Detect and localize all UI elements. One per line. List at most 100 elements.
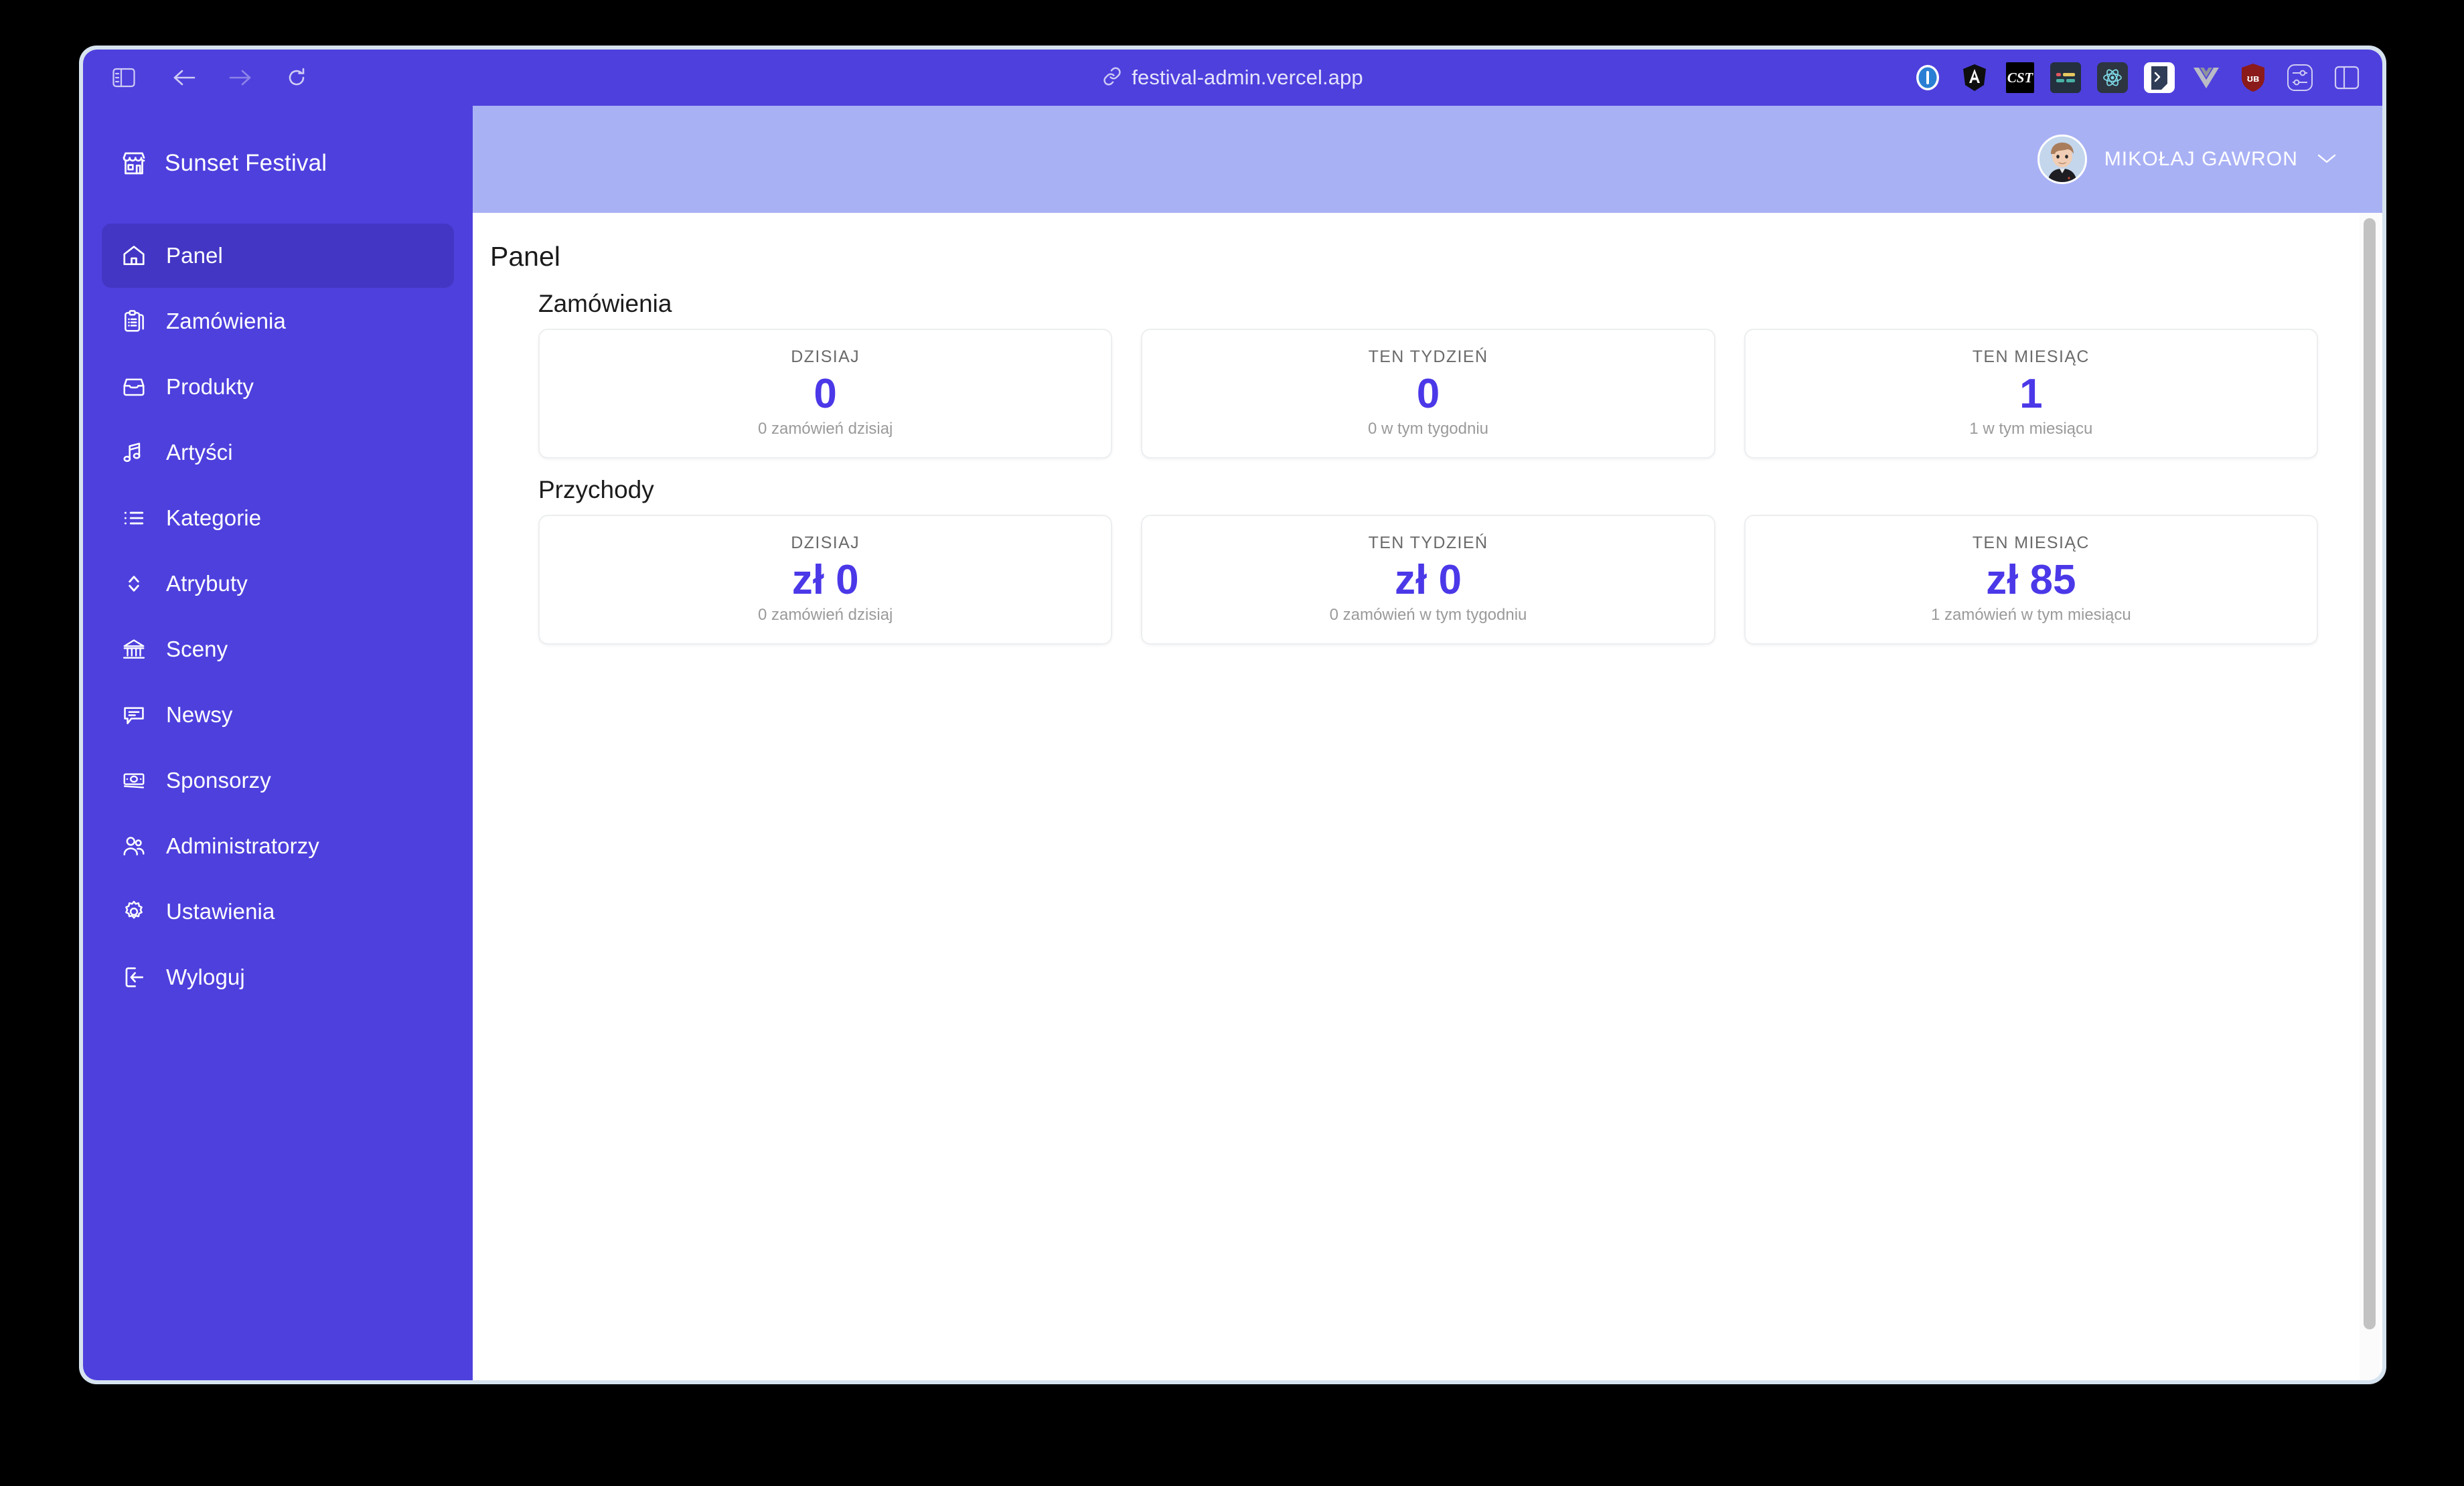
stat-card-row: DZISIAJ 0 0 zamówień dzisiaj TEN TYDZIEŃ… [538,329,2318,459]
browser-sidebar-icon[interactable] [2331,62,2362,93]
building-columns-icon [119,635,149,664]
chat-bubble-icon [119,700,149,730]
cst-extension-icon[interactable]: CST [2006,62,2034,93]
stat-sublabel: 1 zamówień w tym miesiącu [1930,606,2131,625]
section-title: Zamówienia [538,290,672,317]
app-sidebar: Sunset Festival Panel Zamówienia Produkt… [83,106,473,1380]
reload-icon[interactable] [276,57,317,98]
stat-sublabel: 0 w tym tygodniu [1367,420,1489,438]
sidebar-nav: Panel Zamówienia Produkty Artyści Katego… [83,224,473,1011]
stat-sublabel: 0 zamówień dzisiaj [757,606,893,625]
stat-card-row: DZISIAJ zł 0 0 zamówień dzisiaj TEN TYDZ… [538,515,2318,645]
angular-devtools-extension-icon[interactable] [1959,62,1990,93]
app-topbar: MIKOŁAJ GAWRON [473,106,2382,213]
sidebar-item-ustawienia[interactable]: Ustawienia [102,880,454,944]
sidebar-item-label: Artyści [166,440,233,465]
stat-label: DZISIAJ [791,347,860,366]
shell-extension-icon[interactable] [2144,62,2175,93]
sidebar-item-label: Atrybuty [166,571,248,596]
scrollbar-thumb[interactable] [2364,218,2376,1329]
stat-card-revenue-week: TEN TYDZIEŃ zł 0 0 zamówień w tym tygodn… [1141,515,1715,645]
stat-card-orders-week: TEN TYDZIEŃ 0 0 w tym tygodniu [1141,329,1715,459]
extension-settings-icon[interactable] [2285,62,2315,93]
stat-value: zł 0 [791,557,859,604]
sidebar-item-label: Newsy [166,702,233,727]
stat-sublabel: 0 zamówień w tym tygodniu [1329,606,1527,625]
chevron-up-down-icon [119,569,149,598]
stat-card-revenue-month: TEN MIESIĄC zł 85 1 zamówień w tym miesi… [1744,515,2318,645]
brand[interactable]: Sunset Festival [83,131,473,195]
users-icon [119,831,149,861]
react-devtools-extension-icon[interactable] [2097,62,2128,93]
stat-sublabel: 0 zamówień dzisiaj [757,420,893,438]
section-title: Przychody [538,476,654,504]
stat-value: zł 0 [1395,557,1462,604]
stat-card-revenue-today: DZISIAJ zł 0 0 zamówień dzisiaj [538,515,1113,645]
forward-arrow-icon[interactable] [220,57,261,98]
section-zamowienia: Zamówienia DZISIAJ 0 0 zamówień dzisiaj … [473,290,2382,459]
back-arrow-icon[interactable] [163,57,205,98]
vertical-scrollbar[interactable] [2360,213,2380,1380]
stat-value: 0 [814,371,837,417]
1password-extension-icon[interactable] [1912,62,1943,93]
sidebar-item-panel[interactable]: Panel [102,224,454,288]
list-icon [119,503,149,533]
vue-devtools-extension-icon[interactable] [2191,62,2222,93]
storefront-icon [119,149,149,178]
brand-name: Sunset Festival [165,150,327,176]
browser-viewport: festival-admin.vercel.app CST ʊʙ Sunset … [83,50,2382,1380]
stat-value: zł 85 [1986,557,2076,604]
logout-icon [119,963,149,992]
sidebar-item-produkty[interactable]: Produkty [102,355,454,419]
stat-label: TEN TYDZIEŃ [1368,533,1488,553]
user-name: MIKOŁAJ GAWRON [2104,148,2298,170]
sidebar-item-label: Kategorie [166,505,262,530]
stat-sublabel: 1 w tym miesiącu [1969,420,2093,438]
sidebar-item-label: Wyloguj [166,965,245,989]
chevron-down-icon[interactable] [2315,151,2338,169]
sidebar-item-label: Sponsorzy [166,768,271,793]
avatar [2037,135,2087,184]
svg-text:ʊʙ: ʊʙ [2247,73,2260,84]
user-menu[interactable]: MIKOŁAJ GAWRON [2037,135,2338,184]
sidebar-item-zamowienia[interactable]: Zamówienia [102,289,454,353]
main-scroll-area: Panel Zamówienia DZISIAJ 0 0 zamówień dz… [473,213,2382,1380]
sidebar-item-label: Panel [166,243,223,268]
stat-label: TEN MIESIĄC [1972,347,2090,366]
stat-card-orders-today: DZISIAJ 0 0 zamówień dzisiaj [538,329,1113,459]
sidebar-item-sponsorzy[interactable]: Sponsorzy [102,748,454,813]
inbox-icon [119,372,149,402]
cst-extension-label: CST [2007,69,2033,86]
url-text: festival-admin.vercel.app [1132,66,1363,89]
sidebar-item-label: Produkty [166,374,254,399]
music-note-icon [119,438,149,467]
stat-label: DZISIAJ [791,533,860,553]
sidebar-item-kategorie[interactable]: Kategorie [102,486,454,550]
browser-window: festival-admin.vercel.app CST ʊʙ Sunset … [79,46,2386,1384]
sidebar-item-label: Zamówienia [166,309,286,333]
ublock-origin-extension-icon[interactable]: ʊʙ [2238,62,2268,93]
sidebar-item-wyloguj[interactable]: Wyloguj [102,945,454,1009]
sidebar-item-atrybuty[interactable]: Atrybuty [102,552,454,616]
sidebar-item-administratorzy[interactable]: Administratorzy [102,814,454,878]
sidebar-toggle-icon[interactable] [103,57,145,98]
sidebar-item-artysci[interactable]: Artyści [102,420,454,485]
section-przychody: Przychody DZISIAJ zł 0 0 zamówień dzisia… [473,476,2382,645]
sidebar-item-sceny[interactable]: Sceny [102,617,454,681]
stat-value: 0 [1416,371,1440,417]
content-column: MIKOŁAJ GAWRON Panel Zamówienia DZISIAJ … [473,106,2382,1380]
card-extension-icon[interactable] [2050,62,2081,93]
stat-value: 1 [2019,371,2043,417]
sidebar-item-label: Sceny [166,637,228,661]
sidebar-item-label: Ustawienia [166,899,275,924]
page-title: Panel [490,241,560,272]
stat-label: TEN TYDZIEŃ [1368,347,1488,366]
clipboard-list-icon [119,307,149,336]
sidebar-item-newsy[interactable]: Newsy [102,683,454,747]
gear-icon [119,897,149,926]
home-icon [119,241,149,270]
link-icon [1102,66,1122,90]
browser-toolbar: festival-admin.vercel.app CST ʊʙ [83,50,2382,106]
app-body: Sunset Festival Panel Zamówienia Produkt… [83,106,2382,1380]
stat-label: TEN MIESIĄC [1972,533,2090,553]
